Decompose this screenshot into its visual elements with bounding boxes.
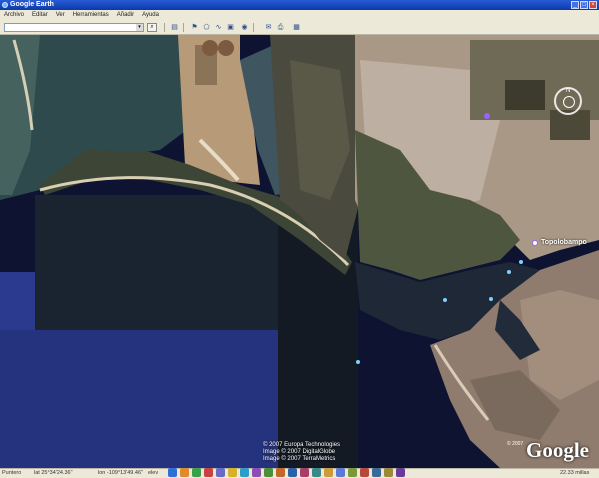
maximize-button[interactable]: □ [580, 1, 588, 9]
path-icon[interactable]: ∿ [214, 23, 223, 32]
taskbar-app-icon[interactable] [360, 468, 369, 477]
print-icon[interactable]: ⎙ [276, 23, 285, 32]
polygon-icon[interactable]: ⬠ [202, 23, 211, 32]
overlay-icon[interactable]: ▣ [226, 23, 235, 32]
menu-herramientas[interactable]: Herramientas [73, 10, 109, 20]
taskbar-app-icon[interactable] [204, 468, 213, 477]
menu-bar: Archivo Editar Ver Herramientas Añadir A… [0, 10, 599, 20]
taskbar-app-icon[interactable] [372, 468, 381, 477]
view-in-maps-icon[interactable]: ▦ [292, 23, 301, 32]
email-icon[interactable]: ✉ [264, 23, 273, 32]
taskbar-app-icon[interactable] [168, 468, 177, 477]
satellite-imagery [0, 35, 599, 468]
copyright-mark: © 2007 [507, 441, 524, 447]
taskbar-app-icon[interactable] [252, 468, 261, 477]
compass-north-label: N [566, 88, 571, 94]
toolbar-divider [164, 23, 165, 32]
taskbar-icons [168, 467, 438, 478]
taskbar-app-icon[interactable] [228, 468, 237, 477]
placemark-icon[interactable]: ⚑ [190, 23, 199, 32]
map-viewport[interactable]: N [0, 35, 599, 468]
taskbar-app-icon[interactable] [384, 468, 393, 477]
window-title: Google Earth [10, 1, 54, 8]
chevron-down-icon[interactable]: ▾ [136, 24, 143, 31]
elevation-readout: elev [148, 470, 159, 476]
tour-icon[interactable]: ◉ [240, 23, 249, 32]
taskbar-app-icon[interactable] [180, 468, 189, 477]
taskbar-app-icon[interactable] [396, 468, 405, 477]
taskbar-app-icon[interactable] [300, 468, 309, 477]
toolbar-divider [183, 23, 184, 32]
navigation-compass[interactable]: N [554, 87, 582, 115]
menu-archivo[interactable]: Archivo [4, 10, 24, 20]
credit-line-3: Image © 2007 TerraMetrics [263, 456, 336, 462]
credit-line-2: Image © 2007 DigitalGlobe [263, 449, 336, 455]
taskbar-app-icon[interactable] [276, 468, 285, 477]
taskbar-app-icon[interactable] [288, 468, 297, 477]
toolbar-divider [253, 23, 254, 32]
menu-editar[interactable]: Editar [32, 10, 48, 20]
toolbar: ▾ ⌕ ▤ ⚑ ⬠ ∿ ▣ ◉ ✉ ⎙ ▦ [0, 20, 599, 35]
google-logo: Google [526, 438, 589, 462]
taskbar-app-icon[interactable] [192, 468, 201, 477]
place-label-topolobampo[interactable]: Topolobampo [541, 239, 587, 246]
search-icon: ⌕ [150, 24, 154, 30]
taskbar-app-icon[interactable] [216, 468, 225, 477]
search-button[interactable]: ⌕ [147, 23, 157, 32]
taskbar-app-icon[interactable] [240, 468, 249, 477]
imagery-credits: © 2007 Europa Technologies Image © 2007 … [263, 442, 340, 463]
google-earth-icon [2, 2, 8, 8]
taskbar-app-icon[interactable] [312, 468, 321, 477]
placemark-dot[interactable] [532, 240, 538, 246]
eye-altitude-readout: 22.33 millas [560, 470, 590, 476]
compass-ring[interactable] [563, 96, 575, 108]
menu-ver[interactable]: Ver [56, 10, 65, 20]
latitude-readout: lat 25°34'24.36" [34, 470, 73, 476]
title-bar: Google Earth _ □ × [0, 0, 599, 10]
taskbar-app-icon[interactable] [264, 468, 273, 477]
close-button[interactable]: × [589, 1, 597, 9]
menu-ayuda[interactable]: Ayuda [142, 10, 159, 20]
sidebar-icon[interactable]: ▤ [170, 23, 179, 32]
longitude-readout: lon -109°13'49.46" [98, 470, 143, 476]
search-input[interactable]: ▾ [4, 23, 144, 32]
minimize-button[interactable]: _ [571, 1, 579, 9]
taskbar-app-icon[interactable] [336, 468, 345, 477]
credit-line-1: © 2007 Europa Technologies [263, 442, 341, 448]
taskbar-app-icon[interactable] [324, 468, 333, 477]
taskbar-app-icon[interactable] [348, 468, 357, 477]
pointer-label: Puntero [2, 470, 22, 476]
menu-anadir[interactable]: Añadir [117, 10, 134, 20]
